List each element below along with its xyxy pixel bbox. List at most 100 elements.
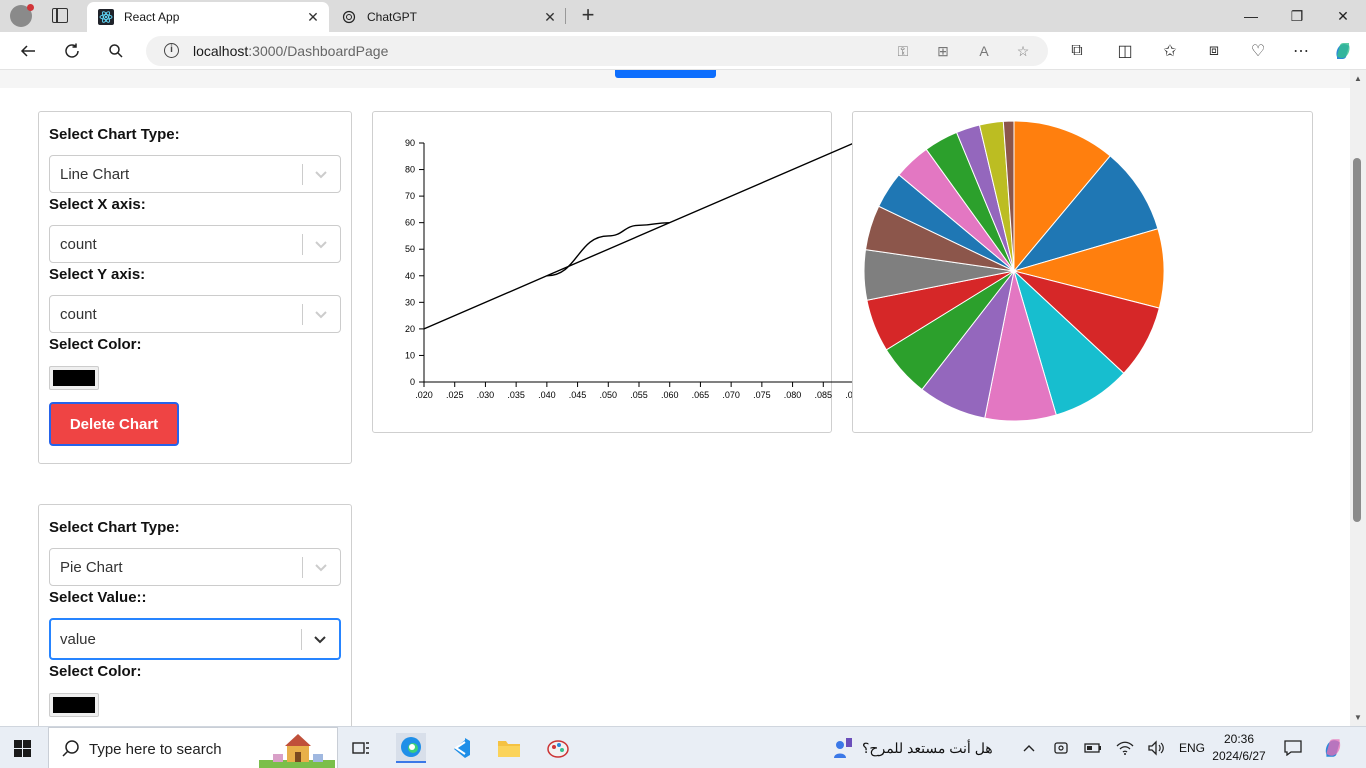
address-bar[interactable]: i localhost:3000/DashboardPage ⚿ ⊞ A ☆ — [146, 36, 1048, 66]
y-tick-label: 0 — [410, 377, 415, 387]
chart-type-label: Select Chart Type: — [49, 519, 180, 536]
profile-notification-dot — [27, 4, 34, 11]
wifi-icon[interactable] — [1110, 733, 1140, 763]
pie-chart — [863, 120, 1165, 422]
x-tick-label: .030 — [477, 390, 495, 400]
chart-type-select[interactable]: Line Chart — [49, 155, 341, 193]
taskbar-search[interactable]: Type here to search — [48, 727, 338, 768]
y-tick-label: 20 — [405, 324, 415, 334]
x-tick-label: .050 — [600, 390, 618, 400]
chevron-down-icon[interactable] — [313, 166, 329, 182]
color-picker[interactable] — [49, 693, 99, 717]
page-scrollbar[interactable]: ▲ ▼ — [1350, 70, 1366, 726]
volume-icon[interactable] — [1141, 733, 1171, 763]
x-axis-select[interactable]: count — [49, 225, 341, 263]
clock-date: 2024/6/27 — [1212, 749, 1266, 763]
delete-chart-button[interactable]: Delete Chart — [49, 402, 179, 446]
vscode-icon[interactable] — [445, 733, 475, 763]
line-series-1 — [423, 142, 855, 330]
react-icon — [98, 9, 114, 25]
new-tab-icon[interactable]: + — [576, 4, 600, 28]
y-tick-label: 60 — [405, 218, 415, 228]
notifications-icon[interactable] — [1278, 733, 1308, 763]
tab-react-app[interactable]: React App ✕ — [87, 2, 329, 32]
color-swatch-fill — [53, 697, 95, 713]
tab-actions-icon[interactable] — [52, 8, 68, 23]
url-host: localhost — [193, 43, 249, 59]
y-tick-label: 90 — [405, 138, 415, 148]
x-tick-label: .025 — [446, 390, 464, 400]
restore-icon[interactable]: ❐ — [1274, 0, 1320, 32]
y-axis-select[interactable]: count — [49, 295, 341, 333]
line-chart-card: 0 10 20 30 40 50 60 70 80 90 .020 .025 .030 .035 .040.… — [372, 111, 863, 433]
select-value: Line Chart — [60, 166, 130, 183]
more-menu-icon[interactable]: ⋯ — [1289, 39, 1313, 63]
read-aloud-icon[interactable]: A — [974, 41, 994, 61]
minimize-icon[interactable]: — — [1228, 0, 1274, 32]
tab-title: ChatGPT — [367, 10, 418, 24]
tab-divider — [565, 8, 566, 24]
y-tick-label: 70 — [405, 191, 415, 201]
y-tick-label: 10 — [405, 350, 415, 360]
close-icon[interactable]: ✕ — [305, 9, 321, 25]
refresh-icon[interactable] — [60, 39, 84, 63]
key-icon[interactable]: ⚿ — [893, 41, 913, 61]
y-axis-label: Select Y axis: — [49, 266, 146, 283]
profile-avatar[interactable] — [10, 4, 34, 27]
x-tick-label: .035 — [507, 390, 525, 400]
scroll-up-icon[interactable]: ▲ — [1354, 74, 1362, 83]
window-close-icon[interactable]: ✕ — [1320, 0, 1366, 32]
x-axis-label: Select X axis: — [49, 196, 146, 213]
color-picker[interactable] — [49, 366, 99, 390]
paint-icon[interactable] — [543, 733, 573, 763]
task-view-icon[interactable] — [346, 733, 376, 763]
select-value: Pie Chart — [60, 559, 123, 576]
extensions-icon[interactable]: ⧉ — [1065, 39, 1089, 63]
language-indicator[interactable]: ENG — [1179, 741, 1205, 755]
select-value: value — [60, 631, 96, 648]
chevron-down-icon[interactable] — [312, 631, 328, 647]
favorites-icon[interactable]: ✩ — [1158, 39, 1182, 63]
close-icon[interactable]: ✕ — [542, 9, 558, 25]
search-icon[interactable] — [104, 39, 128, 63]
windows-start-icon[interactable] — [14, 740, 31, 757]
app-grid-icon[interactable]: ⊞ — [933, 41, 953, 61]
browser-essentials-icon[interactable]: ♡ — [1246, 39, 1270, 63]
chevron-down-icon[interactable] — [313, 306, 329, 322]
show-hidden-icons-chevron-icon[interactable] — [1014, 733, 1044, 763]
copilot-icon[interactable] — [1331, 39, 1355, 63]
edge-browser-icon[interactable] — [396, 733, 426, 763]
copilot-taskbar-icon[interactable] — [1318, 733, 1348, 763]
collections-icon[interactable]: ⧈ — [1202, 39, 1226, 63]
split-screen-icon[interactable]: ◫ — [1113, 39, 1137, 63]
chevron-down-icon[interactable] — [313, 236, 329, 252]
chart-type-select[interactable]: Pie Chart — [49, 548, 341, 586]
tab-title: React App — [124, 10, 180, 24]
y-tick-label: 30 — [405, 297, 415, 307]
header-primary-button[interactable] — [615, 70, 716, 78]
color-swatch-fill — [53, 370, 95, 386]
chatgpt-icon — [341, 9, 357, 25]
scroll-down-icon[interactable]: ▼ — [1354, 713, 1362, 722]
battery-icon[interactable] — [1078, 733, 1108, 763]
chevron-down-icon[interactable] — [313, 559, 329, 575]
site-info-icon[interactable]: i — [164, 43, 179, 58]
chart-type-label: Select Chart Type: — [49, 126, 180, 143]
x-tick-label: .085 — [815, 390, 833, 400]
pie-chart-card — [852, 111, 1313, 433]
url-text: localhost:3000/DashboardPage — [193, 43, 388, 59]
meet-now-icon[interactable] — [1046, 733, 1076, 763]
system-clock[interactable]: 20:36 2024/6/27 — [1212, 731, 1266, 765]
file-explorer-icon[interactable] — [494, 733, 524, 763]
line-chart: 0 10 20 30 40 50 60 70 80 90 .020 .025 .030 .035 .040.… — [405, 138, 863, 400]
favorite-star-icon[interactable]: ☆ — [1013, 41, 1033, 61]
x-tick-label: .055 — [630, 390, 648, 400]
pie-chart-config-card: Select Chart Type: Pie Chart Select Valu… — [38, 504, 352, 726]
back-arrow-icon[interactable] — [16, 39, 40, 63]
value-select[interactable]: value — [49, 618, 341, 660]
notification-text[interactable]: هل أنت مستعد للمرح؟ — [862, 740, 993, 757]
game-promo-icon[interactable] — [828, 733, 858, 763]
select-separator — [302, 304, 303, 325]
tab-chatgpt[interactable]: ChatGPT ✕ — [330, 2, 566, 32]
scrollbar-thumb[interactable] — [1353, 158, 1361, 522]
